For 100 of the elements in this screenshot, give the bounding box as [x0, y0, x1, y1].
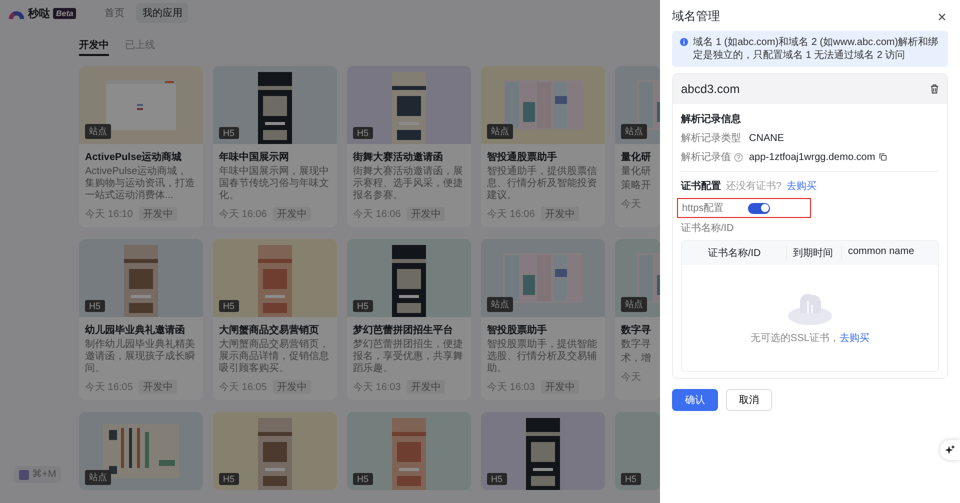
nav-tab[interactable]: 我的应用: [136, 3, 188, 23]
type-badge: H5: [487, 473, 507, 485]
type-badge: H5: [621, 473, 641, 485]
card-description: 街舞大赛活动邀请函，展示赛程、选手风采，便捷报名参赛。: [353, 166, 464, 202]
record-value: app-1ztfoaj1wrgg.demo.com: [749, 152, 876, 162]
confirm-button[interactable]: 确认: [672, 389, 718, 411]
cancel-button[interactable]: 取消: [726, 389, 772, 411]
info-icon: [680, 38, 688, 46]
status-tag: 开发中: [272, 380, 311, 394]
card-description: 智投通助手，提供股票信息、行情分析及智能投资建议。: [487, 166, 598, 202]
hint-text: 还没有证书?: [726, 180, 782, 193]
app-card[interactable]: 站点 智投股票助手 智投股票助手，提供智能选股、行情分析及交易辅助。 今天 16:03 开发中: [481, 239, 605, 400]
beta-badge: Beta: [53, 8, 76, 18]
card-title: 智投通股票助手: [487, 150, 558, 164]
type-badge: 站点: [621, 124, 647, 139]
card-description: 大闸蟹商品交易营销页，展示商品详情，促销信息吸引顾客购买。: [219, 339, 330, 375]
nav-tab[interactable]: 首页: [98, 3, 130, 23]
card-description: 量化研: [621, 166, 652, 178]
card-title: 街舞大赛活动邀请函: [353, 150, 444, 164]
app-card[interactable]: H5 街舞大赛活动邀请函 街舞大赛活动邀请函，展示赛程、选手风采，便捷报名参赛。 今天 16:06 开发中: [347, 66, 471, 227]
domain-name: abcd3.com: [681, 82, 740, 96]
card-time: 今天 16:05: [219, 381, 267, 394]
copy-icon[interactable]: [879, 153, 888, 161]
card-title: 年味中国展示网: [219, 150, 290, 164]
tab[interactable]: 开发中: [79, 34, 109, 56]
status-tag: 开发中: [272, 207, 311, 221]
column-header: 到期时间: [786, 246, 841, 260]
card-title: 大闸蟹商品交易营销页: [219, 323, 320, 337]
close-button[interactable]: [936, 10, 948, 22]
type-badge: H5: [353, 300, 373, 312]
section-title: 解析记录信息: [681, 112, 742, 126]
help-icon: [734, 152, 743, 162]
app-card[interactable]: H5: [481, 412, 605, 490]
card-time: 今天 16:03: [353, 381, 401, 394]
card-title: ActivePulse运动商城: [85, 150, 183, 164]
status-tag: 开发中: [138, 380, 177, 394]
card-description: ActivePulse运动商城，集购物与运动资讯，打造一站式运动消费体...: [85, 166, 196, 202]
type-badge: H5: [353, 473, 373, 485]
buy-link[interactable]: 去购买: [839, 333, 870, 344]
card-title: 量化研: [621, 150, 652, 164]
status-tag: 开发中: [138, 207, 177, 221]
section-title: 证书配置: [681, 180, 721, 193]
status-tag: 开发中: [406, 207, 445, 221]
ai-button[interactable]: [940, 440, 960, 460]
buy-link[interactable]: 去购买: [786, 179, 817, 193]
type-badge: H5: [353, 127, 373, 139]
type-badge: 站点: [487, 297, 513, 312]
card-description: 年味中国展示网，展现中国春节传统习俗与年味文化。: [219, 166, 330, 202]
record-label: 解析记录类型: [681, 132, 741, 145]
card-title: 数字寻: [621, 323, 652, 337]
status-tag: 开发中: [406, 380, 445, 394]
type-badge: 站点: [621, 297, 647, 312]
card-time: 今天 16:03: [487, 381, 535, 394]
sparkle-icon: [945, 445, 955, 455]
app-card[interactable]: H5 大闸蟹商品交易营销页 大闸蟹商品交易营销页，展示商品详情，促销信息吸引顾客购买。 今天 16:05 开发中: [213, 239, 337, 400]
app-card[interactable]: 站点 数字寻 数字寻 术，增 今天: [615, 239, 660, 400]
card-time: 今天: [621, 371, 641, 384]
app-card[interactable]: 站点: [79, 412, 203, 490]
card-time: 今天 16:05: [85, 381, 133, 394]
record-value: CNANE: [749, 132, 784, 144]
type-badge: 站点: [487, 124, 513, 139]
record-label: 解析记录值: [681, 150, 731, 164]
type-badge: 站点: [85, 124, 111, 139]
column-header: common name: [841, 246, 938, 260]
card-description: 策略开: [621, 180, 652, 192]
field-label: 证书名称/ID: [681, 222, 735, 235]
type-badge: H5: [219, 300, 239, 312]
column-header: 证书名称/ID: [707, 246, 762, 260]
https-toggle[interactable]: [748, 202, 770, 214]
card-title: 梦幻芭蕾拼团招生平台: [353, 324, 454, 337]
app-card[interactable]: H5: [213, 412, 337, 490]
app-card[interactable]: H5 梦幻芭蕾拼团招生平台 梦幻芭蕾拼团招生，便捷报名，享受优惠，共享舞蹈乐趣。 今天 16:03 开发中: [347, 239, 471, 400]
card-time: 今天: [621, 198, 641, 211]
delete-icon[interactable]: [930, 84, 939, 94]
type-badge: H5: [219, 127, 239, 139]
app-card[interactable]: 站点 ActivePulse运动商城 ActivePulse运动商城，集购物与运动资讯，打造一站式运动消费体... 今天 16:10 开发中: [79, 66, 203, 227]
app-card[interactable]: H5: [347, 412, 471, 490]
empty-message: 无可选的SSL证书，: [750, 333, 840, 344]
type-badge: H5: [85, 300, 105, 312]
card-description: 梦幻芭蕾拼团招生，便捷报名，享受优惠，共享舞蹈乐趣。: [353, 339, 464, 375]
card-time: 今天 16:10: [85, 208, 133, 221]
type-badge: H5: [219, 473, 239, 485]
drawer-title: 域名管理: [672, 8, 720, 25]
app-card[interactable]: H5 幼儿园毕业典礼邀请函 制作幼儿园毕业典礼精美邀请函，展现孩子成长瞬间。 今天 16:05 开发中: [79, 239, 203, 400]
card-title: 幼儿园毕业典礼邀请函: [85, 324, 186, 337]
card-description: 数字寻: [621, 339, 652, 351]
notice-text: 域名 1 (如abc.com)和域名 2 (如www.abc.com)解析和绑定是独立的，只配置域名 1 无法通过域名 2 访问: [693, 36, 940, 62]
app-card[interactable]: 站点 智投通股票助手 智投通助手，提供股票信息、行情分析及智能投资建议。 今天 16:06 开发中: [481, 66, 605, 227]
card-title: 智投股票助手: [487, 324, 548, 337]
app-card[interactable]: 站点 量化研 量化研 策略开 今天: [615, 66, 660, 227]
type-badge: 站点: [85, 470, 111, 485]
logo-text: 秒哒: [28, 6, 50, 20]
app-card[interactable]: H5: [615, 412, 660, 490]
app-card[interactable]: H5 年味中国展示网 年味中国展示网，展现中国春节传统习俗与年味文化。 今天 16:06 开发中: [213, 66, 337, 227]
field-label: https配置: [682, 202, 725, 215]
status-tag: 开发中: [540, 207, 579, 221]
card-time: 今天 16:06: [353, 208, 401, 221]
card-time: 今天 16:06: [487, 208, 535, 221]
card-description: 智投股票助手，提供智能选股、行情分析及交易辅助。: [487, 339, 598, 375]
card-description: 制作幼儿园毕业典礼精美邀请函，展现孩子成长瞬间。: [85, 339, 196, 375]
